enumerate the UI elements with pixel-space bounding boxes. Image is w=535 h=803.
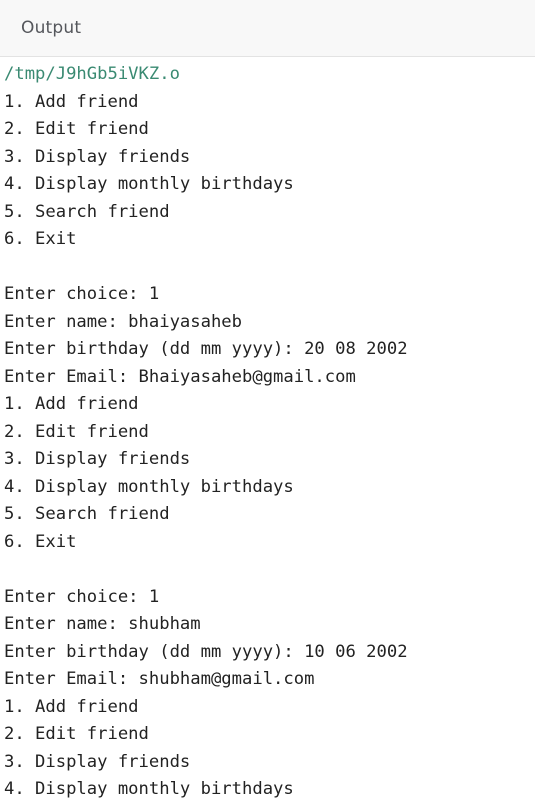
console-line: 3. Display friends [4, 449, 191, 469]
console-line: 4. Display monthly birthdays [4, 476, 294, 497]
console-line: Enter choice: 1 [4, 586, 160, 607]
console-line: 2. Edit friend [4, 119, 149, 139]
console-line: Enter birthday (dd mm yyyy): 10 06 2002 [4, 641, 408, 662]
console-line: 3. Display friends [4, 751, 191, 772]
console-line: Enter name: shubham [4, 614, 201, 634]
executable-path-line: /tmp/J9hGb5iVKZ.o [4, 64, 180, 84]
console-line: 4. Display monthly birthdays [4, 779, 294, 799]
console-line: Enter Email: Bhaiyasaheb@gmail.com [4, 366, 356, 387]
console-line: 3. Display friends [4, 146, 191, 167]
console-line: Enter choice: 1 [4, 284, 160, 304]
console-line: 2. Edit friend [4, 724, 149, 744]
console-line: 1. Add friend [4, 91, 139, 112]
console-line: Enter name: bhaiyasaheb [4, 311, 242, 332]
console-line: 4. Display monthly birthdays [4, 174, 294, 194]
console-line: 5. Search friend [4, 504, 170, 524]
console-line: 1. Add friend [4, 394, 139, 414]
console-line: 2. Edit friend [4, 421, 149, 442]
console-line: Enter Email: shubham@gmail.com [4, 669, 315, 689]
console-line: Enter birthday (dd mm yyyy): 20 08 2002 [4, 339, 408, 359]
console-line: 6. Exit [4, 229, 77, 249]
console-line: 6. Exit [4, 531, 77, 552]
console-line: 1. Add friend [4, 696, 139, 717]
console-output[interactable]: /tmp/J9hGb5iVKZ.o 1. Add friend 2. Edit fr… [0, 57, 535, 803]
output-panel-header: Output [0, 0, 535, 57]
console-line: 5. Search friend [4, 201, 170, 222]
output-panel-title: Output [21, 18, 82, 38]
